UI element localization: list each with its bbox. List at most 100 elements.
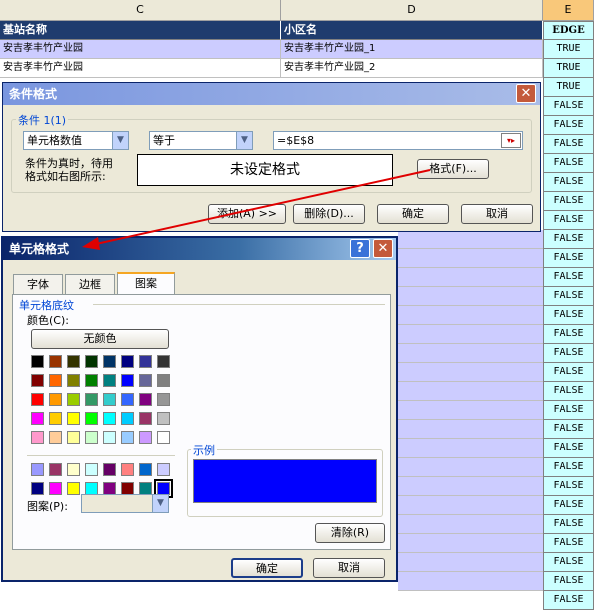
color-swatch[interactable]	[85, 393, 98, 406]
format-button[interactable]: 格式(F)...	[417, 159, 489, 179]
edge-cell[interactable]: FALSE	[543, 458, 594, 477]
table-row[interactable]	[398, 306, 543, 325]
color-swatch[interactable]	[121, 431, 134, 444]
color-swatch[interactable]	[103, 431, 116, 444]
add-button[interactable]: 添加(A) >>	[208, 204, 286, 224]
edge-cell[interactable]: FALSE	[543, 97, 594, 116]
color-swatch[interactable]	[157, 412, 170, 425]
edge-cell[interactable]: FALSE	[543, 382, 594, 401]
color-swatch[interactable]	[121, 393, 134, 406]
color-swatch[interactable]	[157, 463, 170, 476]
color-swatch[interactable]	[31, 463, 44, 476]
table-row[interactable]	[398, 382, 543, 401]
edge-cell[interactable]: FALSE	[543, 173, 594, 192]
column-header-c[interactable]: C	[0, 0, 281, 21]
header-cell-edge[interactable]: EDGE	[543, 21, 594, 40]
color-swatch[interactable]	[139, 431, 152, 444]
color-swatch[interactable]	[31, 431, 44, 444]
delete-button[interactable]: 删除(D)...	[293, 204, 365, 224]
table-row[interactable]	[398, 496, 543, 515]
tab-border[interactable]: 边框	[65, 274, 115, 294]
table-row[interactable]	[398, 401, 543, 420]
column-header-e[interactable]: E	[543, 0, 594, 21]
edge-cell[interactable]: TRUE	[543, 59, 594, 78]
edge-cell[interactable]: FALSE	[543, 306, 594, 325]
table-row[interactable]	[398, 230, 543, 249]
color-swatch[interactable]	[31, 374, 44, 387]
color-swatch[interactable]	[157, 355, 170, 368]
color-swatch[interactable]	[85, 412, 98, 425]
color-swatch[interactable]	[67, 482, 80, 495]
edge-cell[interactable]: FALSE	[543, 515, 594, 534]
table-row[interactable]	[398, 287, 543, 306]
color-swatch[interactable]	[157, 374, 170, 387]
cancel-button[interactable]: 取消	[461, 204, 533, 224]
color-swatch[interactable]	[49, 463, 62, 476]
color-swatch[interactable]	[49, 374, 62, 387]
tab-font[interactable]: 字体	[13, 274, 63, 294]
table-cell[interactable]: 安吉孝丰竹产业园_1	[281, 40, 543, 59]
color-swatch[interactable]	[121, 412, 134, 425]
color-swatch[interactable]	[49, 431, 62, 444]
color-swatch[interactable]	[67, 393, 80, 406]
color-swatch[interactable]	[139, 355, 152, 368]
clear-button[interactable]: 清除(R)	[315, 523, 385, 543]
close-button[interactable]: ✕	[516, 84, 536, 103]
color-swatch[interactable]	[49, 482, 62, 495]
tab-patterns[interactable]: 图案	[117, 272, 175, 294]
color-swatch[interactable]	[157, 393, 170, 406]
edge-cell[interactable]: FALSE	[543, 439, 594, 458]
edge-cell[interactable]: FALSE	[543, 249, 594, 268]
operator-select[interactable]: 等于 ▼	[149, 131, 253, 150]
color-swatch[interactable]	[49, 355, 62, 368]
no-color-button[interactable]: 无颜色	[31, 329, 169, 349]
formula-input[interactable]: =$E$8 ▾▸	[273, 131, 523, 150]
color-swatch[interactable]	[157, 431, 170, 444]
color-swatch[interactable]	[67, 412, 80, 425]
color-swatch[interactable]	[85, 374, 98, 387]
edge-cell[interactable]: FALSE	[543, 211, 594, 230]
table-row[interactable]	[398, 458, 543, 477]
edge-cell[interactable]: FALSE	[543, 154, 594, 173]
color-swatch[interactable]	[103, 412, 116, 425]
table-row[interactable]	[398, 534, 543, 553]
edge-cell[interactable]: TRUE	[543, 40, 594, 59]
edge-cell[interactable]: FALSE	[543, 268, 594, 287]
table-row[interactable]	[398, 268, 543, 287]
color-swatch[interactable]	[85, 431, 98, 444]
ok-button[interactable]: 确定	[377, 204, 449, 224]
color-swatch[interactable]	[67, 463, 80, 476]
edge-cell[interactable]: FALSE	[543, 116, 594, 135]
edge-cell[interactable]: FALSE	[543, 325, 594, 344]
close-button[interactable]: ✕	[373, 239, 393, 258]
color-swatch[interactable]	[31, 393, 44, 406]
edge-cell[interactable]: FALSE	[543, 192, 594, 211]
color-swatch[interactable]	[49, 412, 62, 425]
color-swatch[interactable]	[31, 482, 44, 495]
edge-cell[interactable]: FALSE	[543, 534, 594, 553]
edge-cell[interactable]: TRUE	[543, 78, 594, 97]
table-row[interactable]	[398, 420, 543, 439]
edge-cell[interactable]: FALSE	[543, 344, 594, 363]
color-swatch[interactable]	[67, 355, 80, 368]
edge-cell[interactable]: FALSE	[543, 591, 594, 610]
color-swatch[interactable]	[67, 374, 80, 387]
table-row[interactable]	[398, 344, 543, 363]
color-swatch[interactable]	[121, 355, 134, 368]
color-swatch[interactable]	[121, 463, 134, 476]
edge-cell[interactable]: FALSE	[543, 477, 594, 496]
table-cell[interactable]: 安吉孝丰竹产业园	[0, 40, 281, 59]
edge-cell[interactable]: FALSE	[543, 287, 594, 306]
table-row[interactable]	[398, 363, 543, 382]
help-button[interactable]: ?	[350, 239, 370, 258]
pattern-select[interactable]: ▼	[81, 494, 169, 513]
color-swatch[interactable]	[85, 355, 98, 368]
color-swatch[interactable]	[67, 431, 80, 444]
color-swatch[interactable]	[85, 463, 98, 476]
table-row[interactable]	[398, 553, 543, 572]
color-swatch[interactable]	[121, 374, 134, 387]
edge-cell[interactable]: FALSE	[543, 553, 594, 572]
color-swatch[interactable]	[31, 412, 44, 425]
table-row[interactable]	[398, 515, 543, 534]
range-picker-icon[interactable]: ▾▸	[501, 133, 521, 148]
